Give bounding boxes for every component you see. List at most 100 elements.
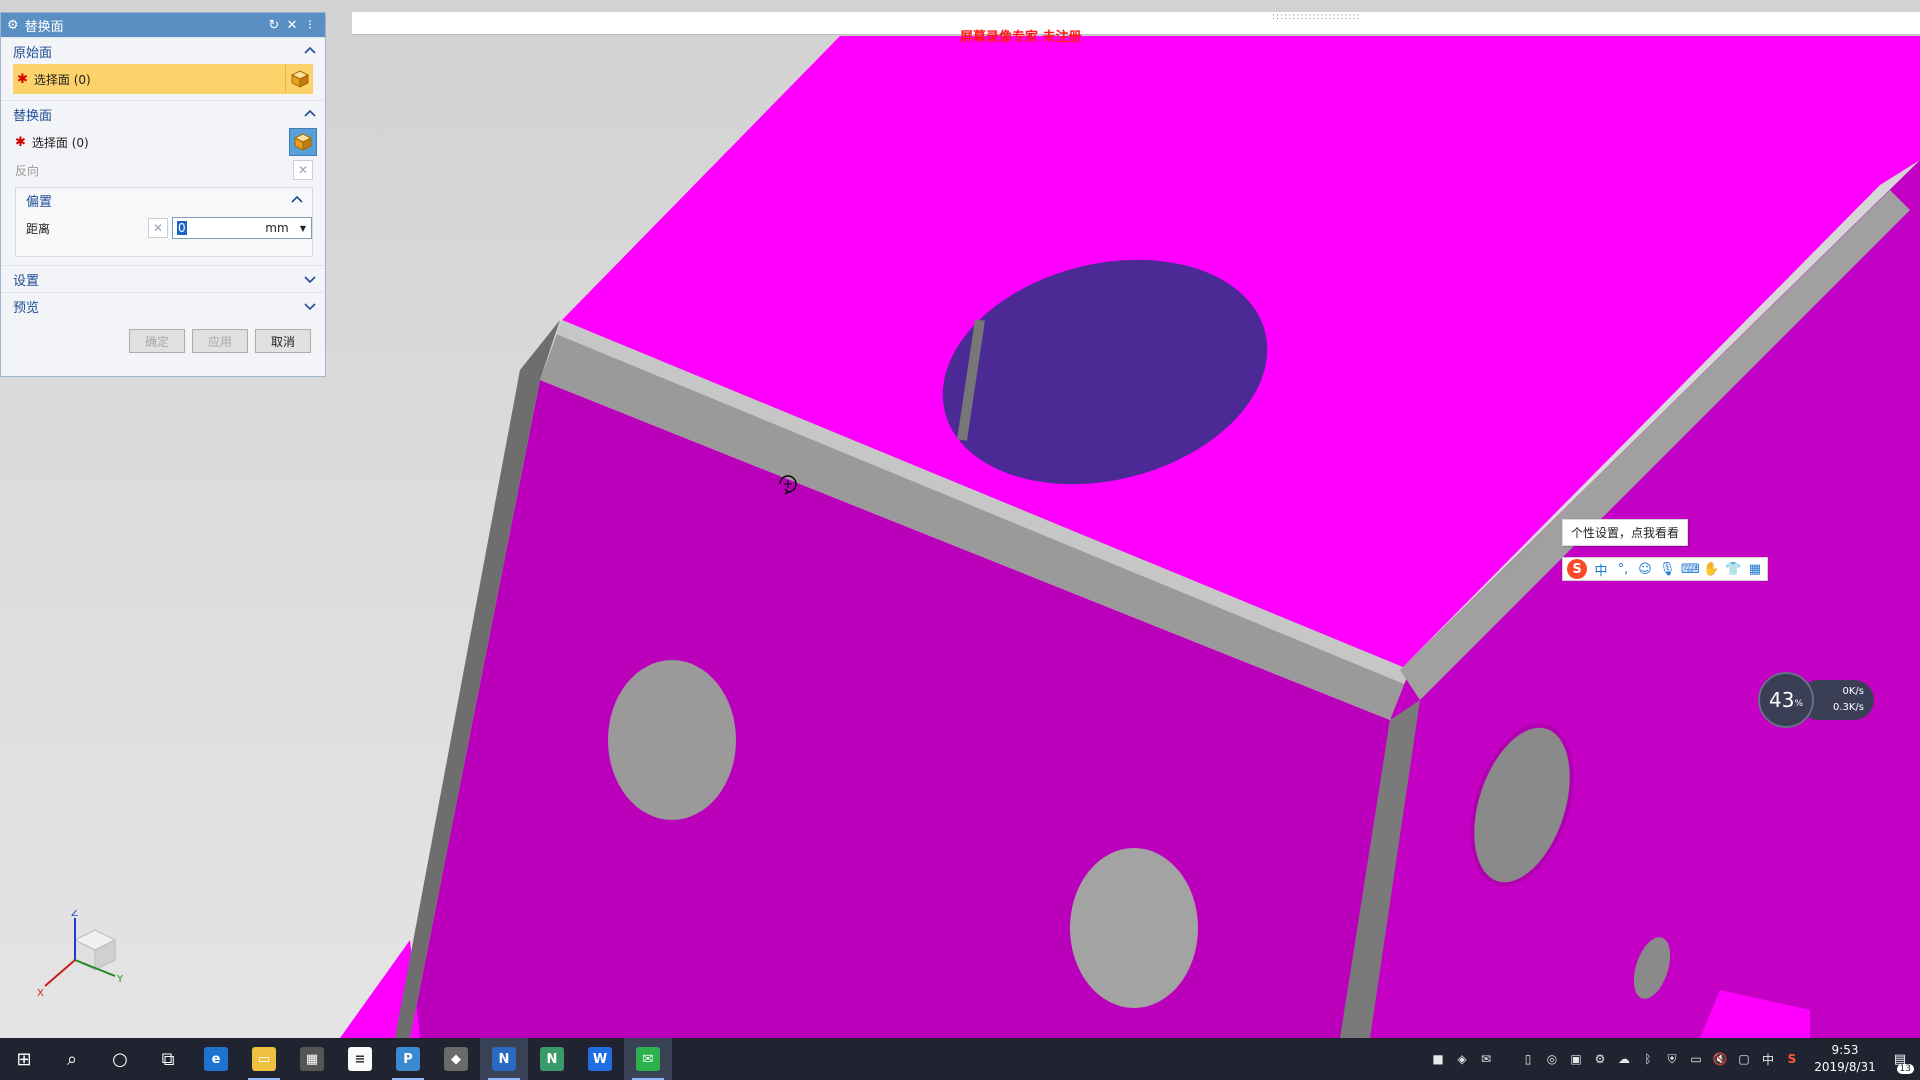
tray-phone-icon[interactable]: ▯ <box>1518 1049 1538 1069</box>
task-view-button[interactable]: ⧉ <box>144 1038 192 1080</box>
notification-count: 13 <box>1896 1064 1914 1074</box>
network-icon[interactable]: ▭ <box>1686 1049 1706 1069</box>
nx2-button[interactable]: N <box>528 1038 576 1080</box>
bluetooth-icon[interactable]: ᛒ <box>1638 1049 1658 1069</box>
section-replace-face[interactable]: 替换面 <box>1 100 325 127</box>
rotate-cursor-icon <box>779 475 797 495</box>
cortana-button[interactable]: ○ <box>96 1038 144 1080</box>
chevron-down-icon[interactable] <box>303 299 317 313</box>
tray-screen-icon[interactable]: ▢ <box>1734 1049 1754 1069</box>
cube-icon <box>290 70 309 88</box>
toolbox-icon[interactable]: ▦ <box>1747 562 1763 577</box>
cube-icon <box>294 133 312 151</box>
reset-icon[interactable]: ↻ <box>265 18 283 33</box>
file-explorer-icon: ▭ <box>252 1047 276 1071</box>
calculator-button[interactable]: ▦ <box>288 1038 336 1080</box>
percent-unit: % <box>1794 699 1803 709</box>
wechat-icon: ✉ <box>636 1047 660 1071</box>
tray-cube-icon[interactable]: ◈ <box>1452 1049 1472 1069</box>
required-asterisk-icon: ✱ <box>15 134 26 150</box>
formula-icon[interactable]: ✕ <box>148 218 168 238</box>
search-icon: ⌕ <box>66 1048 78 1070</box>
section-preview-label: 预览 <box>13 300 40 316</box>
edge-button[interactable]: e <box>192 1038 240 1080</box>
memory-percent: 43 <box>1768 688 1795 712</box>
original-face-selector[interactable]: ✱ 选择面 (0) <box>13 64 313 94</box>
apply-button[interactable]: 应用 <box>192 329 248 353</box>
unit-select[interactable]: mm <box>259 221 295 235</box>
tray-cloud-icon[interactable]: ☁ <box>1614 1049 1634 1069</box>
reverse-direction-icon[interactable]: ✕ <box>293 160 313 180</box>
shield-icon[interactable]: ⛨ <box>1662 1049 1682 1069</box>
punctuation-icon[interactable]: °, <box>1615 562 1631 577</box>
microphone-icon[interactable]: 🎙 <box>1659 562 1676 577</box>
ok-button[interactable]: 确定 <box>129 329 185 353</box>
network-speed-widget[interactable]: 0K/s 0.3K/s 43% <box>1758 672 1878 728</box>
search-button[interactable]: ⌕ <box>48 1038 96 1080</box>
recorder-watermark: 屏幕录像专家 未注册 <box>960 30 1082 45</box>
tray-nvidia-icon[interactable]: ▣ <box>1566 1049 1586 1069</box>
ime-lang-toggle[interactable]: 中 <box>1593 560 1609 579</box>
dialog-buttons: 确定 应用 取消 <box>1 319 325 353</box>
grip-handle[interactable]: :::::::::::::::::::::: <box>1272 12 1361 22</box>
replace-select-label: 选择面 (0) <box>31 135 89 150</box>
hand-icon[interactable]: ✋ <box>1703 562 1719 577</box>
app-p-icon: P <box>396 1047 420 1071</box>
app-car-button[interactable]: ◆ <box>432 1038 480 1080</box>
clock-date: 2019/8/31 <box>1814 1060 1876 1074</box>
notepad-button[interactable]: ≡ <box>336 1038 384 1080</box>
file-explorer-button[interactable]: ▭ <box>240 1038 288 1080</box>
section-original-face[interactable]: 原始面 <box>1 37 325 64</box>
distance-input[interactable]: 0 mm ▼ <box>172 217 312 239</box>
tray-app-green-icon[interactable]: ■ <box>1428 1049 1448 1069</box>
close-icon[interactable]: ✕ <box>283 18 301 33</box>
offset-header[interactable]: 偏置 <box>16 188 312 212</box>
axis-z-label: Z <box>71 910 78 919</box>
ime-toolbar[interactable]: S 中 °, ☺ 🎙 ⌨ ✋ 👕 ▦ <box>1562 557 1768 581</box>
sogou-logo-icon[interactable]: S <box>1567 559 1587 579</box>
distance-label: 距离 <box>26 221 51 236</box>
skin-icon[interactable]: 👕 <box>1725 562 1741 577</box>
coordinate-triad-icon: Z Y X <box>37 910 124 999</box>
clock[interactable]: 9:53 2019/8/31 <box>1810 1042 1880 1076</box>
calculator-icon: ▦ <box>300 1047 324 1071</box>
select-face-button[interactable] <box>285 65 313 93</box>
section-preview[interactable]: 预览 <box>1 292 325 319</box>
tray-wechat-icon[interactable]: ✉ <box>1476 1049 1496 1069</box>
windows-taskbar: ⊞ ⌕ ○ ⧉ e ▭ ▦ ≡ P ◆ N N W ✉ ■ ◈ ✉ ▯ ◎ ▣ … <box>0 1038 1920 1080</box>
dropdown-arrow-icon[interactable]: ▼ <box>295 224 311 233</box>
replace-face-selector[interactable]: ✱ 选择面 (0) <box>1 127 325 157</box>
chevron-up-icon[interactable] <box>290 193 304 207</box>
chevron-up-icon[interactable] <box>303 107 317 121</box>
cancel-button[interactable]: 取消 <box>255 329 311 353</box>
tray-lang[interactable]: 中 <box>1758 1049 1778 1069</box>
wps-icon: W <box>588 1047 612 1071</box>
wechat-button[interactable]: ✉ <box>624 1038 672 1080</box>
action-center-button[interactable]: ▤ 13 <box>1880 1038 1920 1080</box>
chevron-up-icon[interactable] <box>303 44 317 58</box>
select-face-button[interactable] <box>289 128 317 156</box>
tray-divider <box>1500 1049 1514 1069</box>
tray-network-icon[interactable]: ⚙ <box>1590 1049 1610 1069</box>
distance-value[interactable]: 0 <box>177 221 187 235</box>
emoji-icon[interactable]: ☺ <box>1637 562 1653 577</box>
dialog-title-bar[interactable]: ⚙ 替换面 ↻ ✕ ⁝ <box>1 13 325 37</box>
notepad-icon: ≡ <box>348 1047 372 1071</box>
sogou-tray-icon[interactable]: S <box>1782 1049 1802 1069</box>
start-button[interactable]: ⊞ <box>0 1038 48 1080</box>
dialog-title: 替换面 <box>24 19 64 35</box>
app-p-button[interactable]: P <box>384 1038 432 1080</box>
volume-muted-icon[interactable]: 🔇 <box>1710 1049 1730 1069</box>
tray-globe-icon[interactable]: ◎ <box>1542 1049 1562 1069</box>
section-replace-label: 替换面 <box>13 108 53 124</box>
keyboard-icon[interactable]: ⌨ <box>1681 562 1700 577</box>
wps-button[interactable]: W <box>576 1038 624 1080</box>
replace-face-dialog: ⚙ 替换面 ↻ ✕ ⁝ 原始面 ✱ 选择面 (0) 替换面 ✱ 选择面 (0) … <box>0 12 326 377</box>
pin-icon[interactable]: ⁝ <box>301 18 319 33</box>
chevron-down-icon[interactable] <box>303 272 317 286</box>
section-settings-label: 设置 <box>13 273 40 289</box>
memory-gauge[interactable]: 43% <box>1758 672 1814 728</box>
section-settings[interactable]: 设置 <box>1 265 325 292</box>
nx-button[interactable]: N <box>480 1038 528 1080</box>
gear-icon: ⚙ <box>7 17 19 33</box>
